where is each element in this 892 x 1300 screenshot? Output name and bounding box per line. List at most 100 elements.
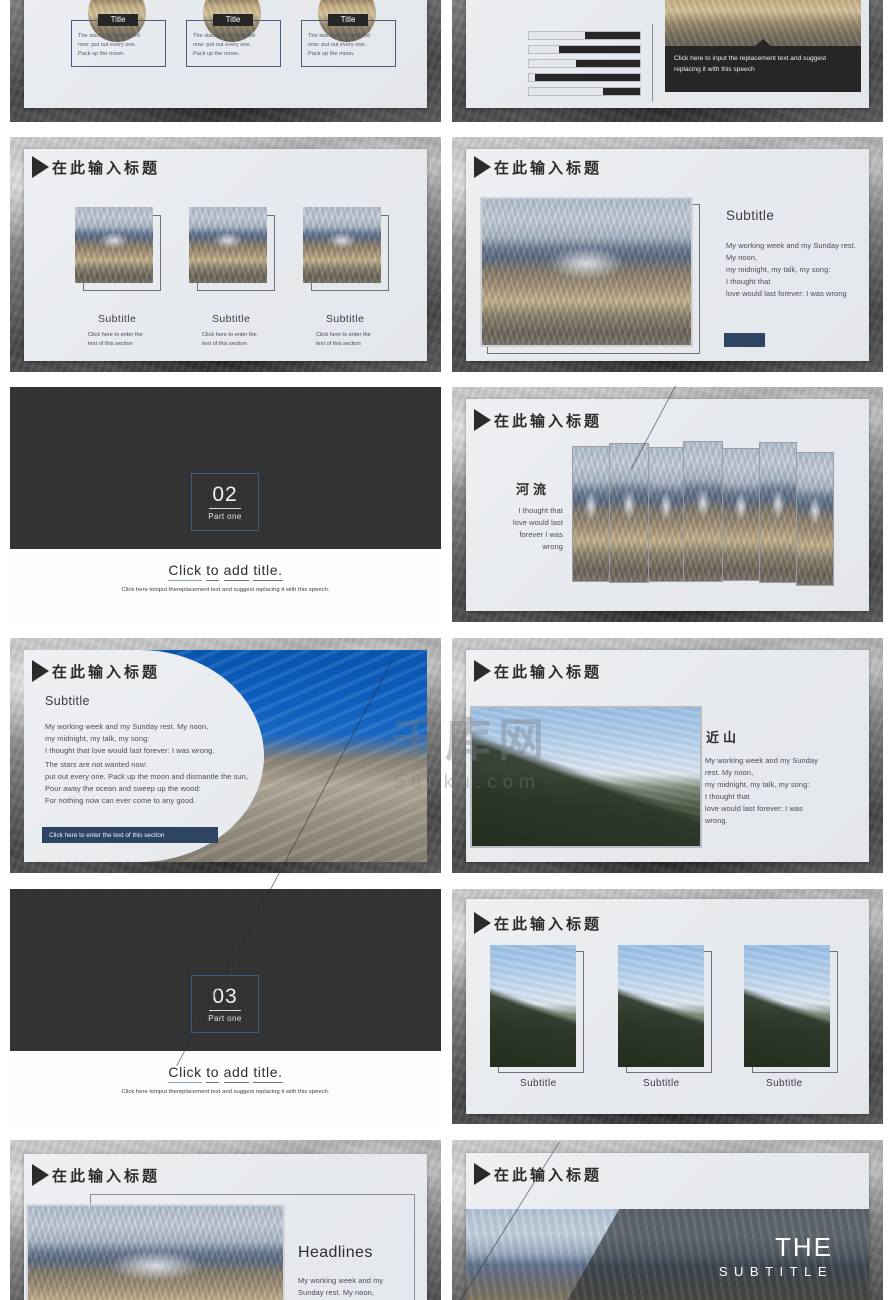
slide-title: 在此输入标题 bbox=[474, 912, 602, 934]
progress-bar[interactable] bbox=[528, 87, 641, 96]
card-title-chip: Title bbox=[98, 14, 138, 26]
triangle-bullet-icon bbox=[474, 409, 491, 431]
triangle-bullet-icon bbox=[474, 1163, 491, 1185]
photo-strip[interactable] bbox=[609, 443, 649, 583]
body-text: My working week and my Sunday rest. My n… bbox=[726, 241, 857, 298]
slide-photo[interactable] bbox=[744, 945, 830, 1067]
photo-strip[interactable] bbox=[572, 446, 610, 582]
card-title-chip: Title bbox=[328, 14, 368, 26]
accent-block bbox=[724, 333, 765, 347]
slide-2[interactable]: last forever: I was wrong Click here to … bbox=[452, 0, 883, 122]
slide-thumbnail-grid: Title The stars are not wanted now: put … bbox=[0, 0, 892, 1300]
section-heading-cn: 近山 bbox=[706, 730, 741, 745]
slide-title-text: 在此输入标题 bbox=[52, 159, 161, 177]
slide-4[interactable]: 在此输入标题 Subtitle My working week and my S… bbox=[452, 137, 883, 372]
light-panel bbox=[10, 1051, 441, 1124]
card-title: Title bbox=[340, 15, 356, 24]
slide-9[interactable]: 03 Part one Click to add title. Click he… bbox=[10, 889, 441, 1124]
progress-bar-fill bbox=[603, 88, 640, 95]
photo-strip[interactable] bbox=[722, 448, 760, 581]
progress-bar[interactable] bbox=[528, 31, 641, 40]
slide-photo[interactable] bbox=[470, 706, 702, 848]
slide-photo[interactable] bbox=[75, 207, 153, 283]
column-subtitle: Subtitle bbox=[98, 313, 137, 325]
photo-strip[interactable] bbox=[759, 442, 797, 583]
progress-bar[interactable] bbox=[528, 45, 641, 54]
slide-7[interactable]: 在此输入标题 Subtitle My working week and my S… bbox=[10, 638, 441, 873]
column-subtitle: Subtitle bbox=[766, 1078, 803, 1089]
click-word-3: add bbox=[223, 562, 249, 581]
slide-photo[interactable] bbox=[189, 207, 267, 283]
photo-strip[interactable] bbox=[683, 441, 723, 582]
photo-strip[interactable] bbox=[796, 452, 834, 586]
progress-bar-fill bbox=[534, 74, 640, 81]
slide-5[interactable]: 02 Part one Click to add title. Click he… bbox=[10, 387, 441, 622]
click-to-add-title[interactable]: Click to add title. bbox=[10, 562, 441, 581]
section-number-box: 03 Part one bbox=[191, 975, 259, 1033]
column-subtitle: Subtitle bbox=[520, 1078, 557, 1089]
slide-photo[interactable] bbox=[618, 945, 704, 1067]
slide-3[interactable]: 在此输入标题 Subtitle Click here to enter the … bbox=[10, 137, 441, 372]
body-text: My working week and my Sunday rest. My n… bbox=[705, 756, 818, 825]
body-text: I thought that love would last forever I… bbox=[513, 506, 563, 551]
triangle-bullet-icon bbox=[474, 156, 491, 178]
section-part-label: Part one bbox=[208, 1014, 242, 1023]
progress-bar[interactable] bbox=[528, 73, 641, 82]
slide-title-text: 在此输入标题 bbox=[52, 1167, 161, 1185]
slide-photo[interactable] bbox=[26, 1204, 285, 1300]
column-subtitle: Subtitle bbox=[326, 313, 365, 325]
triangle-bullet-icon bbox=[32, 1164, 49, 1186]
click-word-2: to bbox=[206, 1064, 220, 1083]
triangle-bullet-icon bbox=[32, 156, 49, 178]
light-panel bbox=[10, 549, 441, 622]
subtitle-label: SUBTITLE bbox=[718, 1264, 833, 1279]
section-number: 02 bbox=[209, 483, 241, 509]
slide-title: 在此输入标题 bbox=[32, 156, 160, 178]
slide-title: 在此输入标题 bbox=[474, 409, 602, 431]
slide-11[interactable]: 在此输入标题 Headlines My working week and my … bbox=[10, 1140, 441, 1300]
card-title: Title bbox=[225, 15, 241, 24]
progress-bar[interactable] bbox=[528, 59, 641, 68]
triangle-bullet-icon bbox=[474, 660, 491, 682]
body-text: My working week and my Sunday rest. My n… bbox=[298, 1276, 384, 1297]
progress-bar-fill bbox=[558, 46, 640, 53]
body-text-2: The stars are not wanted now: put out ev… bbox=[45, 760, 249, 805]
click-subtitle: Click here toinput thereplacement text a… bbox=[121, 587, 330, 593]
headline-heading: Headlines bbox=[298, 1244, 373, 1261]
click-subtitle: Click here toinput thereplacement text a… bbox=[121, 1089, 330, 1095]
slide-title-text: 在此输入标题 bbox=[52, 663, 161, 681]
photo-strip[interactable] bbox=[648, 447, 684, 582]
progress-bar-fill bbox=[575, 60, 640, 67]
click-word-4: title. bbox=[253, 562, 283, 581]
click-word-4: title. bbox=[253, 1064, 283, 1083]
slide-photo[interactable] bbox=[480, 197, 693, 347]
column-body: Click here to enter the text of this sec… bbox=[202, 332, 257, 347]
slide-6[interactable]: 在此输入标题 河流 I thought that love would last… bbox=[452, 387, 883, 622]
slide-title-text: 在此输入标题 bbox=[494, 663, 603, 681]
slide-8[interactable]: 在此输入标题 近山 My working week and my Sunday … bbox=[452, 638, 883, 873]
column-body: Click here to enter the text of this sec… bbox=[316, 332, 371, 347]
slide-1[interactable]: Title The stars are not wanted now: put … bbox=[10, 0, 441, 122]
card-body: The stars are not wanted now: put out ev… bbox=[78, 33, 140, 57]
section-number: 03 bbox=[209, 985, 241, 1011]
slide-title: 在此输入标题 bbox=[474, 156, 602, 178]
section-number-box: 02 Part one bbox=[191, 473, 259, 531]
slide-title: 在此输入标题 bbox=[32, 1164, 160, 1186]
section-heading-cn: 河流 bbox=[516, 482, 551, 497]
slide-title-text: 在此输入标题 bbox=[494, 159, 603, 177]
slide-12[interactable]: 在此输入标题 THE SUBTITLE bbox=[452, 1140, 883, 1300]
slide-title-text: 在此输入标题 bbox=[494, 412, 603, 430]
click-word-1: Click bbox=[168, 562, 202, 581]
click-word-3: add bbox=[223, 1064, 249, 1083]
slide-10[interactable]: 在此输入标题 Subtitle Subtitle Subtitle bbox=[452, 889, 883, 1124]
slide-photo[interactable] bbox=[303, 207, 381, 283]
progress-bar-fill bbox=[584, 32, 640, 39]
body-text-1: My working week and my Sunday rest. My n… bbox=[45, 722, 215, 755]
photo-caption: Click here to input the replacement text… bbox=[665, 46, 861, 92]
click-to-add-title[interactable]: Click to add title. bbox=[10, 1064, 441, 1083]
slide-photo[interactable] bbox=[490, 945, 576, 1067]
subtitle-heading: Subtitle bbox=[726, 208, 775, 223]
card-body: The stars are not wanted now: put out ev… bbox=[308, 33, 370, 57]
column-subtitle: Subtitle bbox=[212, 313, 251, 325]
enter-text-button[interactable]: Click here to enter the text of this sec… bbox=[42, 827, 218, 843]
